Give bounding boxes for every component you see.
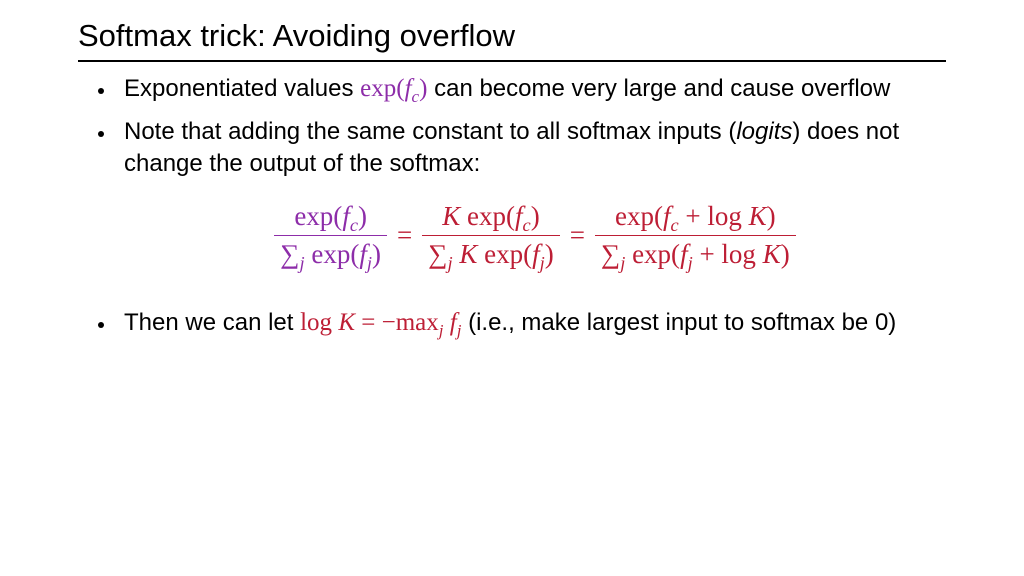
frac-2-bar bbox=[422, 235, 559, 236]
frac-1-num: exp(fc) bbox=[288, 199, 373, 234]
bullet-3: Then we can let log K = −maxj fj (i.e., … bbox=[116, 306, 946, 340]
f1d-sum: ∑ bbox=[280, 239, 299, 269]
frac-3-den: ∑j exp(fj + log K) bbox=[595, 237, 796, 272]
f2n-K: K bbox=[442, 201, 460, 231]
f2d-ss: j bbox=[448, 253, 453, 273]
f2n-var: f bbox=[515, 201, 523, 231]
slide-title: Softmax trick: Avoiding overflow bbox=[78, 18, 946, 54]
f1n-var: f bbox=[342, 201, 350, 231]
f1n-cl: ) bbox=[358, 201, 367, 231]
f3d-sum: ∑ bbox=[601, 239, 620, 269]
f1d-ss: j bbox=[300, 253, 305, 273]
title-rule bbox=[78, 60, 946, 62]
frac-1-den: ∑j exp(fj) bbox=[274, 237, 387, 272]
f3d-var: f bbox=[680, 239, 688, 269]
f3d-exp: exp( bbox=[625, 239, 680, 269]
f2n-sub: c bbox=[523, 215, 531, 235]
f3d-cl: ) bbox=[781, 239, 790, 269]
f3n-var: f bbox=[663, 201, 671, 231]
bullet-1-post: can become very large and cause overflow bbox=[427, 75, 890, 102]
f3d-vs: j bbox=[688, 253, 693, 273]
bullet-list: Exponentiated values exp(fc) can become … bbox=[78, 72, 946, 339]
f3n-exp: exp( bbox=[615, 201, 663, 231]
f2d-exp: exp( bbox=[477, 239, 532, 269]
frac-1-bar bbox=[274, 235, 387, 236]
f3n-sub: c bbox=[671, 215, 679, 235]
f3d-K: K bbox=[763, 239, 781, 269]
f1d-vs: j bbox=[367, 253, 372, 273]
f1n-sub: c bbox=[350, 215, 358, 235]
b3-fsub: j bbox=[457, 321, 462, 340]
f3n-pl: + log bbox=[679, 201, 749, 231]
frac-3: exp(fc + log K) ∑j exp(fj + log K) bbox=[595, 199, 796, 272]
bullet-3-pre: Then we can let bbox=[124, 309, 300, 336]
b1-sub: c bbox=[412, 87, 420, 106]
frac-2-num: K exp(fc) bbox=[436, 199, 545, 234]
b3-K: K bbox=[338, 309, 355, 336]
f2d-var: f bbox=[532, 239, 540, 269]
f3n-cl: ) bbox=[767, 201, 776, 231]
bullet-1-pre: Exponentiated values bbox=[124, 75, 360, 102]
frac-3-num: exp(fc + log K) bbox=[609, 199, 782, 234]
frac-2-den: ∑j K exp(fj) bbox=[422, 237, 559, 272]
f3d-pl: + log bbox=[693, 239, 763, 269]
b3-max: max bbox=[396, 309, 439, 336]
b3-log: log bbox=[300, 309, 338, 336]
b1-exp: exp( bbox=[360, 75, 404, 102]
equation-block: exp(fc) ∑j exp(fj) = K exp(fc) bbox=[124, 181, 946, 296]
bullet-3-post: (i.e., make largest input to softmax be … bbox=[461, 309, 896, 336]
f2d-sum: ∑ bbox=[428, 239, 447, 269]
f2d-cl: ) bbox=[545, 239, 554, 269]
bullet-1-math: exp(fc) bbox=[360, 75, 427, 102]
f3d-ss: j bbox=[620, 253, 625, 273]
b3-f: f bbox=[450, 309, 457, 336]
bullet-2-logits: logits bbox=[736, 118, 792, 145]
equation: exp(fc) ∑j exp(fj) = K exp(fc) bbox=[274, 199, 795, 272]
slide: Softmax trick: Avoiding overflow Exponen… bbox=[0, 0, 1024, 339]
b3-eq: = − bbox=[355, 309, 396, 336]
f1d-cl: ) bbox=[372, 239, 381, 269]
bullet-2: Note that adding the same constant to al… bbox=[116, 116, 946, 296]
bullet-3-math: log K = −maxj fj bbox=[300, 309, 461, 336]
eq-sign-1: = bbox=[397, 217, 412, 253]
f1d-var: f bbox=[359, 239, 367, 269]
frac-2: K exp(fc) ∑j K exp(fj) bbox=[422, 199, 559, 272]
bullet-1: Exponentiated values exp(fc) can become … bbox=[116, 72, 946, 106]
f2d-K: K bbox=[453, 239, 478, 269]
f2d-vs: j bbox=[540, 253, 545, 273]
f1d-exp: exp( bbox=[305, 239, 360, 269]
f2n-exp: exp( bbox=[460, 201, 515, 231]
f3n-K: K bbox=[749, 201, 767, 231]
f2n-cl: ) bbox=[531, 201, 540, 231]
f1n-exp: exp( bbox=[294, 201, 342, 231]
frac-3-bar bbox=[595, 235, 796, 236]
eq-sign-2: = bbox=[570, 217, 585, 253]
b3-maxsub: j bbox=[439, 321, 444, 340]
bullet-2-pre: Note that adding the same constant to al… bbox=[124, 118, 736, 145]
frac-1: exp(fc) ∑j exp(fj) bbox=[274, 199, 387, 272]
b1-var: f bbox=[405, 75, 412, 102]
